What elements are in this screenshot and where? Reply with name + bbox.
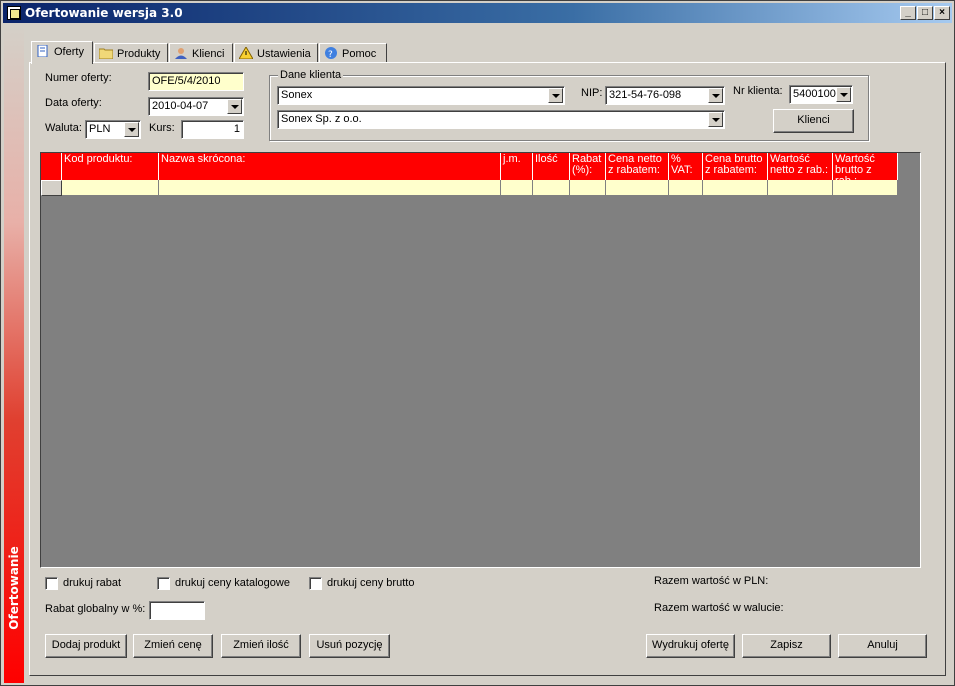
row-header[interactable]	[41, 180, 62, 196]
clients-button[interactable]: Klienci	[773, 109, 854, 133]
tab-label: Oferty	[54, 46, 84, 58]
global-discount-field[interactable]	[149, 601, 205, 620]
tab-label: Produkty	[117, 48, 161, 60]
currency-select[interactable]: PLN	[85, 120, 141, 139]
change-price-button[interactable]: Zmień cenę	[133, 634, 213, 658]
column-header[interactable]: j.m.	[501, 153, 533, 180]
client-fullname-select[interactable]: Sonex Sp. z o.o.	[277, 110, 725, 129]
title-bar[interactable]: Ofertowanie wersja 3.0 _ □ ×	[3, 3, 952, 23]
currency-label: Waluta:	[45, 122, 82, 134]
total-pln-label: Razem wartość w PLN:	[654, 575, 769, 587]
nip-value: 321-54-76-098	[609, 89, 682, 101]
total-currency-label: Razem wartość w walucie:	[654, 602, 784, 614]
nip-select[interactable]: 321-54-76-098	[605, 86, 725, 105]
window-title: Ofertowanie wersja 3.0	[25, 6, 183, 20]
currency-value: PLN	[89, 123, 111, 135]
print-discount-checkbox[interactable]	[45, 577, 58, 590]
sidebar-banner: Ofertowanie	[4, 25, 24, 683]
chevron-down-icon[interactable]	[227, 99, 242, 114]
grid-cell[interactable]	[703, 180, 768, 196]
column-header[interactable]: Ilość	[533, 153, 570, 180]
client-nr-select[interactable]: 5400100	[789, 85, 853, 104]
minimize-button[interactable]: _	[900, 6, 916, 20]
grid-cell[interactable]	[501, 180, 533, 196]
add-product-button[interactable]: Dodaj produkt	[45, 634, 127, 658]
change-quantity-button[interactable]: Zmień ilość	[221, 634, 301, 658]
client-name-select[interactable]: Sonex	[277, 86, 565, 105]
offer-date-label: Data oferty:	[45, 97, 102, 109]
client-group-label: Dane klienta	[278, 69, 344, 81]
main-window: Ofertowanie wersja 3.0 _ □ × Ofertowanie…	[0, 0, 955, 686]
print-catalog-prices-checkbox[interactable]	[157, 577, 170, 590]
chevron-down-icon[interactable]	[548, 88, 563, 103]
client-nr-label: Nr klienta:	[733, 85, 783, 97]
column-header[interactable]: % VAT:	[669, 153, 703, 180]
grid-corner	[41, 153, 62, 180]
print-offer-button[interactable]: Wydrukuj ofertę	[646, 634, 735, 658]
offer-items-grid[interactable]: Kod produktu: Nazwa skrócona: j.m. Ilość…	[40, 152, 921, 568]
column-header[interactable]: Nazwa skrócona:	[159, 153, 501, 180]
grid-cell[interactable]	[62, 180, 159, 196]
print-catalog-prices-label: drukuj ceny katalogowe	[175, 577, 290, 589]
folder-icon	[98, 47, 114, 60]
column-header[interactable]: Wartość brutto z rab.:	[833, 153, 898, 180]
grid-cell[interactable]	[833, 180, 898, 196]
save-button[interactable]: Zapisz	[742, 634, 831, 658]
close-button[interactable]: ×	[934, 6, 950, 20]
column-header[interactable]: Wartość netto z rab.:	[768, 153, 833, 180]
nip-label: NIP:	[581, 87, 603, 99]
tab-ustawienia[interactable]: Ustawienia	[234, 43, 318, 63]
global-discount-label: Rabat globalny w %:	[45, 603, 146, 615]
grid-cell[interactable]	[533, 180, 570, 196]
chevron-down-icon[interactable]	[708, 112, 723, 127]
offer-number-label: Numer oferty:	[45, 72, 112, 84]
svg-text:?: ?	[328, 50, 333, 59]
user-icon	[174, 47, 188, 59]
column-header[interactable]: Rabat (%):	[570, 153, 606, 180]
app-icon	[7, 6, 21, 20]
sidebar-label: Ofertowanie	[7, 546, 21, 630]
column-header[interactable]: Cena netto z rabatem:	[606, 153, 669, 180]
grid-cell[interactable]	[606, 180, 669, 196]
column-header[interactable]: Kod produktu:	[62, 153, 159, 180]
delete-item-button[interactable]: Usuń pozycję	[309, 634, 390, 658]
grid-cell[interactable]	[768, 180, 833, 196]
tab-label: Ustawienia	[257, 48, 311, 60]
chevron-down-icon[interactable]	[836, 87, 851, 102]
tab-produkty[interactable]: Produkty	[94, 43, 168, 63]
grid-cell[interactable]	[159, 180, 501, 196]
grid-cell[interactable]	[570, 180, 606, 196]
offer-date-picker[interactable]: 2010-04-07	[148, 97, 244, 116]
tab-pomoc[interactable]: ? Pomoc	[319, 43, 387, 63]
column-header[interactable]: Cena brutto z rabatem:	[703, 153, 768, 180]
print-discount-label: drukuj rabat	[63, 577, 122, 589]
cancel-button[interactable]: Anuluj	[838, 634, 927, 658]
rate-label: Kurs:	[149, 122, 175, 134]
rate-field[interactable]: 1	[181, 120, 244, 139]
document-icon	[36, 44, 50, 58]
tab-oferty[interactable]: Oferty	[31, 41, 93, 64]
tab-klienci[interactable]: Klienci	[169, 43, 233, 63]
tab-label: Pomoc	[342, 48, 377, 60]
client-fullname-value: Sonex Sp. z o.o.	[281, 113, 362, 125]
warning-icon	[238, 46, 254, 60]
tab-label: Klienci	[192, 48, 225, 60]
grid-cell[interactable]	[669, 180, 703, 196]
help-icon: ?	[324, 47, 338, 60]
offer-number-field[interactable]: OFE/5/4/2010	[148, 72, 244, 91]
print-gross-prices-label: drukuj ceny brutto	[327, 577, 415, 589]
chevron-down-icon[interactable]	[124, 122, 139, 137]
client-name-value: Sonex	[281, 89, 313, 101]
chevron-down-icon[interactable]	[708, 88, 723, 103]
offer-date-value: 2010-04-07	[152, 100, 209, 112]
print-gross-prices-checkbox[interactable]	[309, 577, 322, 590]
maximize-button[interactable]: □	[917, 6, 933, 20]
client-nr-value: 5400100	[793, 88, 836, 100]
